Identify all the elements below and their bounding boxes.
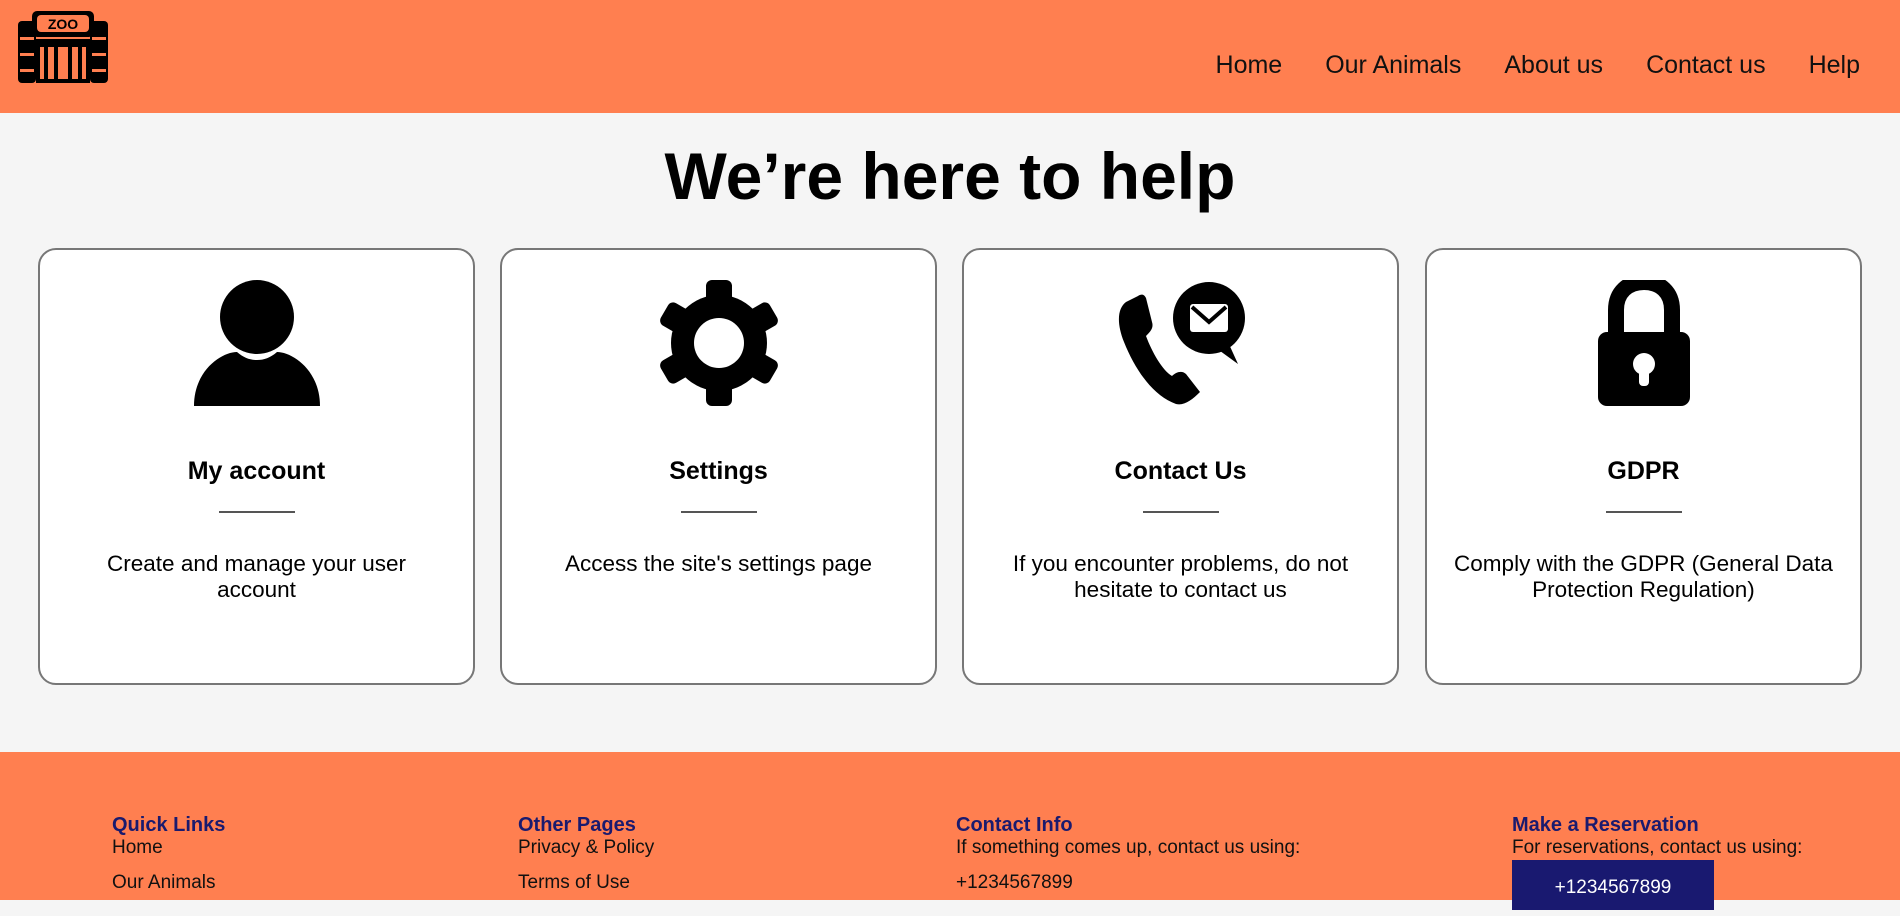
footer-link-our-animals[interactable]: Our Animals: [112, 872, 225, 894]
card-divider: [218, 511, 295, 513]
footer-heading: Contact Info: [956, 814, 1073, 836]
footer-contact-info: Contact Info If something comes up, cont…: [956, 813, 1300, 894]
card-description: Comply with the GDPR (General Data Prote…: [1454, 551, 1833, 602]
card-description: If you encounter problems, do not hesita…: [1012, 551, 1349, 602]
nav-home[interactable]: Home: [1216, 49, 1283, 81]
card-title: Settings: [669, 457, 768, 485]
footer-heading: Quick Links: [112, 814, 226, 836]
footer-link-terms[interactable]: Terms of Use: [518, 872, 654, 894]
nav-contact-us[interactable]: Contact us: [1646, 49, 1766, 81]
nav-about-us[interactable]: About us: [1504, 49, 1603, 81]
card-divider: [680, 511, 757, 513]
card-divider: [1605, 511, 1682, 513]
footer-link-home[interactable]: Home: [112, 837, 225, 859]
main-nav: Home Our Animals About us Contact us Hel…: [1173, 49, 1860, 81]
card-title: Contact Us: [1114, 457, 1247, 485]
phone-mail-icon: [964, 280, 1397, 406]
footer-quick-links: Quick Links Home Our Animals: [112, 813, 225, 907]
nav-our-animals[interactable]: Our Animals: [1325, 49, 1461, 81]
footer-link-privacy[interactable]: Privacy & Policy: [518, 837, 654, 859]
card-divider: [1142, 511, 1219, 513]
footer-heading: Make a Reservation: [1512, 814, 1699, 836]
lock-icon: [1427, 280, 1860, 406]
footer-reservation-text: For reservations, contact us using:: [1512, 837, 1803, 858]
reservation-phone-button[interactable]: +1234567899: [1512, 860, 1714, 910]
svg-text:ZOO: ZOO: [48, 16, 78, 32]
card-description: Access the site's settings page: [565, 551, 872, 576]
footer-other-pages: Other Pages Privacy & Policy Terms of Us…: [518, 813, 654, 907]
card-settings[interactable]: Settings Access the site's settings page: [500, 248, 937, 685]
footer-heading: Other Pages: [518, 814, 636, 836]
zoo-logo[interactable]: ZOO: [18, 9, 108, 84]
nav-help[interactable]: Help: [1809, 49, 1860, 81]
card-title: GDPR: [1607, 457, 1680, 485]
site-footer: Quick Links Home Our Animals Other Pages…: [0, 752, 1900, 910]
card-gdpr[interactable]: GDPR Comply with the GDPR (General Data …: [1425, 248, 1862, 685]
footer-contact-text: If something comes up, contact us using:: [956, 837, 1301, 858]
card-description: Create and manage your user account: [107, 551, 406, 602]
card-contact-us[interactable]: Contact Us If you encounter problems, do…: [962, 248, 1399, 685]
footer-contact-phone: +1234567899: [956, 872, 1073, 893]
card-my-account[interactable]: My account Create and manage your user a…: [38, 248, 475, 685]
user-icon: [40, 280, 473, 406]
footer-reservation: Make a Reservation For reservations, con…: [1512, 813, 1803, 910]
site-header: ZOO Home Our Animals About us Contact us…: [0, 0, 1900, 113]
page-title: We’re here to help: [664, 139, 1236, 213]
gear-icon: [502, 280, 935, 406]
card-title: My account: [187, 457, 326, 485]
